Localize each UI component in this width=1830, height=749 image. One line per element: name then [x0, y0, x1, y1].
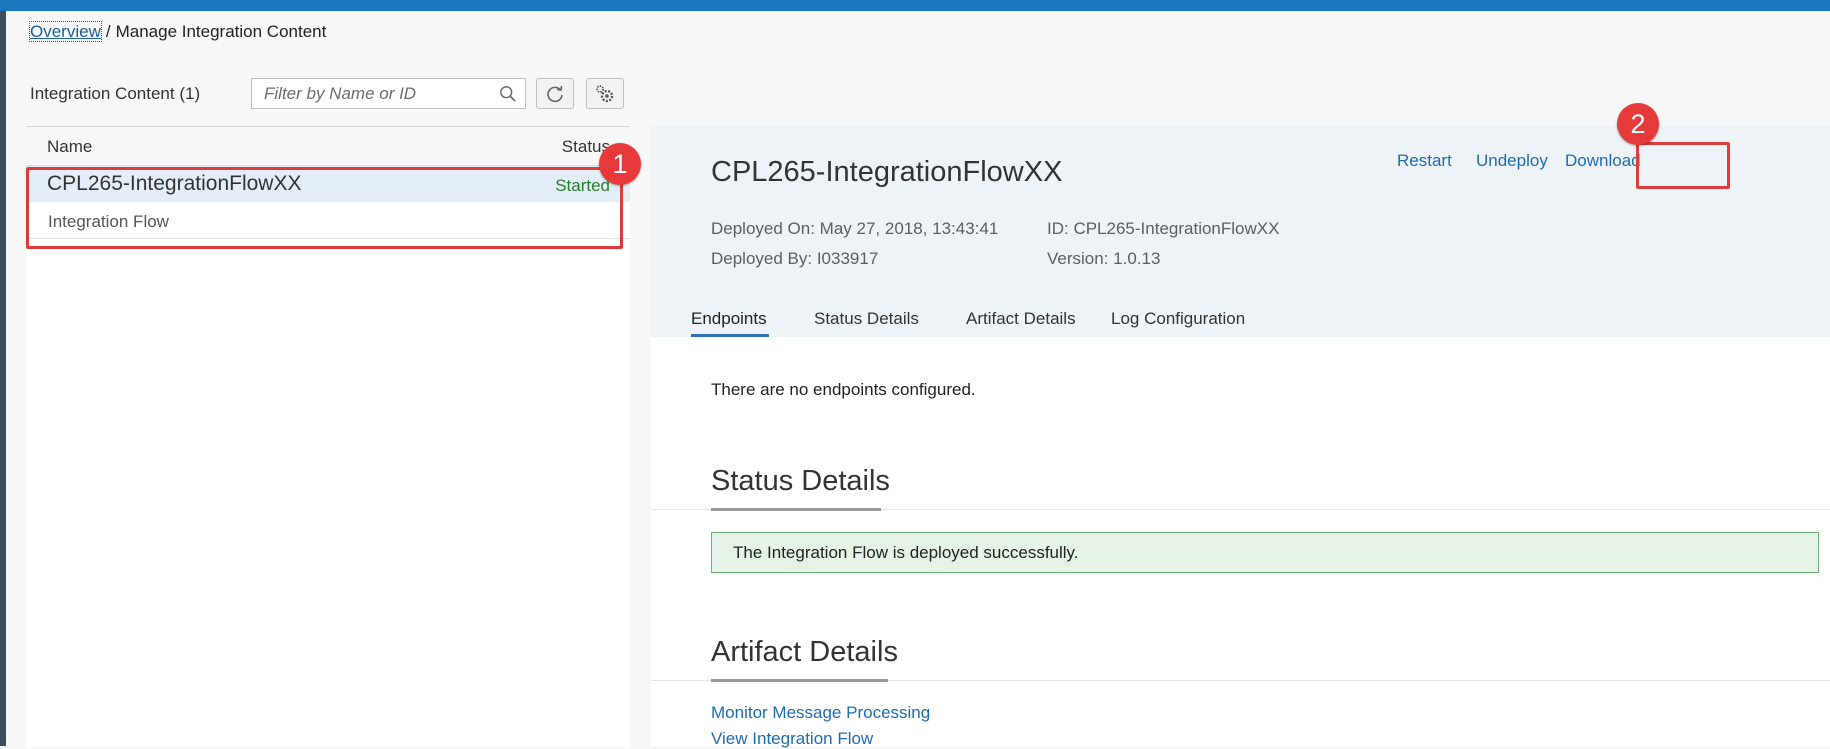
breadcrumb: Overview / Manage Integration Content — [29, 21, 327, 42]
undeploy-button[interactable]: Undeploy — [1476, 151, 1548, 171]
deployed-on: Deployed On: May 27, 2018, 13:43:41 — [711, 219, 999, 238]
list-title: Integration Content (1) — [30, 84, 201, 103]
annotation-badge-2: 2 — [1617, 103, 1659, 145]
artifact-id: ID: CPL265-IntegrationFlowXX — [1047, 219, 1280, 238]
list-header: Name Status — [26, 127, 630, 166]
search-field[interactable] — [251, 78, 526, 109]
tab-artifact-details[interactable]: Artifact Details — [966, 309, 1076, 329]
status-details-heading: Status Details — [711, 465, 890, 497]
refresh-icon — [547, 85, 563, 102]
annotation-box-1 — [26, 167, 623, 249]
left-rail — [0, 11, 6, 746]
settings-icon — [596, 84, 614, 102]
top-accent-bar — [0, 0, 1830, 11]
refresh-button[interactable] — [536, 78, 574, 109]
breadcrumb-separator: / — [105, 22, 111, 41]
active-tab-indicator — [691, 334, 769, 337]
status-details-heading-underline — [711, 508, 881, 511]
tab-status-details[interactable]: Status Details — [814, 309, 919, 329]
deployed-by: Deployed By: I033917 — [711, 249, 879, 268]
annotation-badge-1: 1 — [599, 143, 641, 185]
detail-panel: CPL265-IntegrationFlowXX Restart Undeplo… — [651, 126, 1830, 749]
settings-button[interactable] — [586, 78, 624, 109]
column-name-header: Name — [47, 137, 93, 156]
endpoints-empty-message: There are no endpoints configured. — [711, 380, 976, 399]
artifact-details-heading: Artifact Details — [711, 636, 898, 668]
breadcrumb-current: Manage Integration Content — [115, 22, 327, 41]
tab-endpoints[interactable]: Endpoints — [691, 309, 767, 329]
view-integration-flow-link[interactable]: View Integration Flow — [711, 729, 873, 749]
download-button[interactable]: Download — [1565, 151, 1641, 171]
tab-log-configuration[interactable]: Log Configuration — [1111, 309, 1245, 329]
detail-title: CPL265-IntegrationFlowXX — [711, 156, 1063, 188]
artifact-version: Version: 1.0.13 — [1047, 249, 1161, 268]
search-icon[interactable] — [499, 85, 517, 103]
breadcrumb-overview-link[interactable]: Overview — [29, 21, 102, 42]
monitor-message-processing-link[interactable]: Monitor Message Processing — [711, 703, 930, 723]
restart-button[interactable]: Restart — [1397, 151, 1452, 171]
search-input[interactable] — [262, 82, 486, 106]
success-message-strip: The Integration Flow is deployed success… — [711, 532, 1819, 573]
annotation-box-2 — [1636, 142, 1730, 189]
artifact-details-heading-underline — [711, 679, 888, 682]
